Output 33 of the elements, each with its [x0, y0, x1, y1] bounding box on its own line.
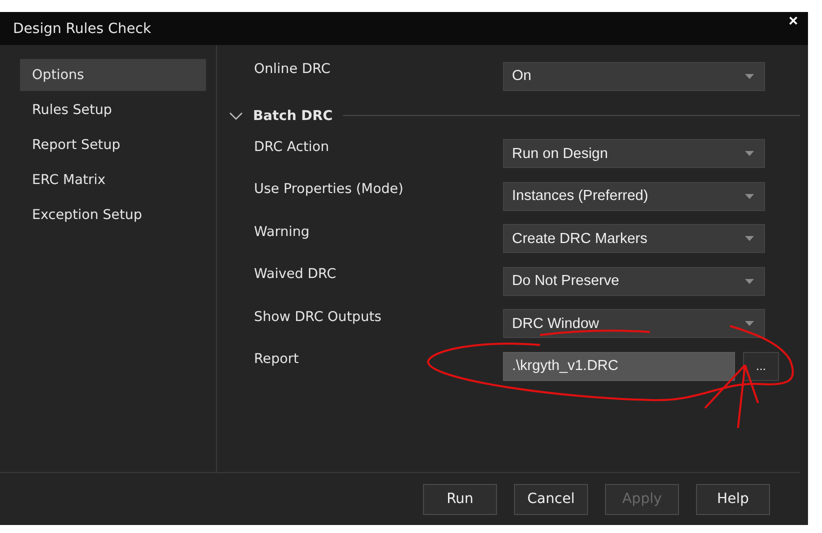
field-label: DRC Action — [254, 138, 330, 154]
sidebar-item[interactable]: ERC Matrix — [20, 164, 206, 196]
dropdown-arrow-icon — [745, 74, 754, 79]
dropdown-arrow-icon — [745, 321, 754, 326]
dropdown[interactable]: Run on Design — [503, 139, 765, 168]
chevron-icon[interactable] — [229, 112, 243, 120]
dropdown-arrow-icon — [745, 194, 754, 199]
dialog-button[interactable]: Cancel — [514, 484, 588, 514]
sidebar-item[interactable]: Report Setup — [20, 129, 206, 161]
field-label: Waived DRC — [254, 265, 338, 282]
dropdown-arrow-icon — [745, 278, 754, 284]
dropdown-arrow-icon — [745, 151, 754, 156]
dropdown[interactable]: Instances (Preferred) — [503, 182, 765, 211]
dialog-button[interactable]: Run — [423, 484, 497, 514]
section-title: Batch DRC — [253, 108, 333, 124]
dialog-button[interactable]: Help — [696, 484, 770, 514]
browse-button[interactable]: ... — [743, 352, 779, 381]
dropdown[interactable]: On — [503, 62, 765, 91]
field-label: Report — [254, 350, 300, 367]
close-button[interactable]: × — [788, 12, 798, 30]
sidebar-item[interactable]: Rules Setup — [20, 94, 206, 126]
sidebar-item[interactable]: Options — [20, 59, 206, 91]
field-label: Warning — [254, 222, 311, 240]
dropdown[interactable]: Do Not Preserve — [503, 266, 765, 296]
input-field[interactable]: .\krgyth_v1.DRC — [503, 352, 735, 381]
field-label: Online DRC — [254, 60, 332, 77]
sidebar-item[interactable]: Exception Setup — [20, 199, 206, 231]
dropdown[interactable]: Create DRC Markers — [503, 224, 765, 254]
dropdown[interactable]: DRC Window — [503, 309, 765, 338]
field-label: Show DRC Outputs — [254, 308, 382, 324]
window-title: Design Rules Check — [13, 20, 152, 36]
dropdown-arrow-icon — [745, 236, 754, 242]
field-label: Use Properties (Mode) — [254, 180, 404, 197]
